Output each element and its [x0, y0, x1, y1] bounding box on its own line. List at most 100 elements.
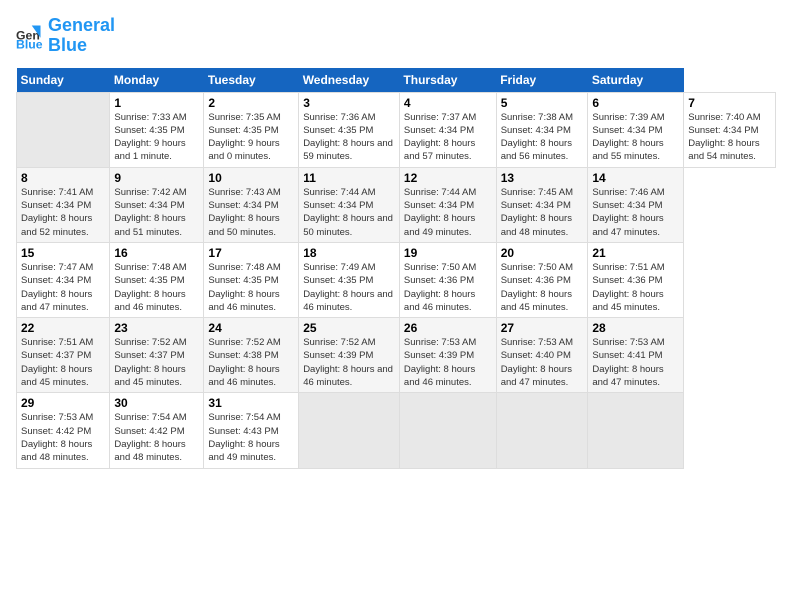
calendar-header-saturday: Saturday — [588, 68, 684, 93]
calendar-cell: 8Sunrise: 7:41 AMSunset: 4:34 PMDaylight… — [17, 167, 110, 242]
calendar-week-2: 8Sunrise: 7:41 AMSunset: 4:34 PMDaylight… — [17, 167, 776, 242]
day-info: Sunrise: 7:33 AMSunset: 4:35 PMDaylight:… — [114, 111, 199, 164]
calendar-cell: 27Sunrise: 7:53 AMSunset: 4:40 PMDayligh… — [496, 318, 588, 393]
calendar-cell: 3Sunrise: 7:36 AMSunset: 4:35 PMDaylight… — [299, 92, 400, 167]
calendar-cell: 31Sunrise: 7:54 AMSunset: 4:43 PMDayligh… — [204, 393, 299, 468]
calendar-cell: 30Sunrise: 7:54 AMSunset: 4:42 PMDayligh… — [110, 393, 204, 468]
day-number: 2 — [208, 96, 294, 110]
calendar-cell: 10Sunrise: 7:43 AMSunset: 4:34 PMDayligh… — [204, 167, 299, 242]
day-number: 21 — [592, 246, 679, 260]
day-number: 30 — [114, 396, 199, 410]
day-number: 11 — [303, 171, 395, 185]
calendar-cell: 12Sunrise: 7:44 AMSunset: 4:34 PMDayligh… — [399, 167, 496, 242]
day-info: Sunrise: 7:48 AMSunset: 4:35 PMDaylight:… — [114, 261, 199, 314]
calendar-cell: 16Sunrise: 7:48 AMSunset: 4:35 PMDayligh… — [110, 242, 204, 317]
day-info: Sunrise: 7:51 AMSunset: 4:36 PMDaylight:… — [592, 261, 679, 314]
day-info: Sunrise: 7:36 AMSunset: 4:35 PMDaylight:… — [303, 111, 395, 164]
day-info: Sunrise: 7:47 AMSunset: 4:34 PMDaylight:… — [21, 261, 105, 314]
calendar-cell: 6Sunrise: 7:39 AMSunset: 4:34 PMDaylight… — [588, 92, 684, 167]
calendar-cell: 22Sunrise: 7:51 AMSunset: 4:37 PMDayligh… — [17, 318, 110, 393]
calendar-cell — [496, 393, 588, 468]
day-info: Sunrise: 7:51 AMSunset: 4:37 PMDaylight:… — [21, 336, 105, 389]
calendar-cell: 5Sunrise: 7:38 AMSunset: 4:34 PMDaylight… — [496, 92, 588, 167]
day-number: 1 — [114, 96, 199, 110]
day-info: Sunrise: 7:42 AMSunset: 4:34 PMDaylight:… — [114, 186, 199, 239]
logo-text: GeneralBlue — [48, 16, 115, 56]
calendar-week-4: 22Sunrise: 7:51 AMSunset: 4:37 PMDayligh… — [17, 318, 776, 393]
calendar-cell — [17, 92, 110, 167]
day-info: Sunrise: 7:39 AMSunset: 4:34 PMDaylight:… — [592, 111, 679, 164]
day-info: Sunrise: 7:45 AMSunset: 4:34 PMDaylight:… — [501, 186, 584, 239]
day-number: 26 — [404, 321, 492, 335]
day-number: 20 — [501, 246, 584, 260]
day-info: Sunrise: 7:37 AMSunset: 4:34 PMDaylight:… — [404, 111, 492, 164]
calendar-cell: 9Sunrise: 7:42 AMSunset: 4:34 PMDaylight… — [110, 167, 204, 242]
day-info: Sunrise: 7:49 AMSunset: 4:35 PMDaylight:… — [303, 261, 395, 314]
day-number: 5 — [501, 96, 584, 110]
day-number: 28 — [592, 321, 679, 335]
day-info: Sunrise: 7:53 AMSunset: 4:39 PMDaylight:… — [404, 336, 492, 389]
day-info: Sunrise: 7:52 AMSunset: 4:37 PMDaylight:… — [114, 336, 199, 389]
calendar-cell: 25Sunrise: 7:52 AMSunset: 4:39 PMDayligh… — [299, 318, 400, 393]
calendar-cell: 4Sunrise: 7:37 AMSunset: 4:34 PMDaylight… — [399, 92, 496, 167]
calendar-cell: 29Sunrise: 7:53 AMSunset: 4:42 PMDayligh… — [17, 393, 110, 468]
svg-text:Blue: Blue — [16, 37, 43, 50]
calendar-cell: 19Sunrise: 7:50 AMSunset: 4:36 PMDayligh… — [399, 242, 496, 317]
calendar-cell: 24Sunrise: 7:52 AMSunset: 4:38 PMDayligh… — [204, 318, 299, 393]
day-info: Sunrise: 7:38 AMSunset: 4:34 PMDaylight:… — [501, 111, 584, 164]
day-number: 23 — [114, 321, 199, 335]
day-number: 13 — [501, 171, 584, 185]
day-info: Sunrise: 7:53 AMSunset: 4:40 PMDaylight:… — [501, 336, 584, 389]
page-header: Gen Blue GeneralBlue — [16, 16, 776, 56]
day-number: 8 — [21, 171, 105, 185]
calendar-cell: 28Sunrise: 7:53 AMSunset: 4:41 PMDayligh… — [588, 318, 684, 393]
day-number: 31 — [208, 396, 294, 410]
calendar-cell: 7Sunrise: 7:40 AMSunset: 4:34 PMDaylight… — [684, 92, 776, 167]
calendar-header-row: SundayMondayTuesdayWednesdayThursdayFrid… — [17, 68, 776, 93]
calendar-table: SundayMondayTuesdayWednesdayThursdayFrid… — [16, 68, 776, 469]
calendar-cell — [299, 393, 400, 468]
day-info: Sunrise: 7:44 AMSunset: 4:34 PMDaylight:… — [404, 186, 492, 239]
calendar-cell: 14Sunrise: 7:46 AMSunset: 4:34 PMDayligh… — [588, 167, 684, 242]
calendar-header-monday: Monday — [110, 68, 204, 93]
day-number: 19 — [404, 246, 492, 260]
day-number: 22 — [21, 321, 105, 335]
calendar-cell: 15Sunrise: 7:47 AMSunset: 4:34 PMDayligh… — [17, 242, 110, 317]
day-number: 15 — [21, 246, 105, 260]
day-number: 4 — [404, 96, 492, 110]
day-info: Sunrise: 7:52 AMSunset: 4:38 PMDaylight:… — [208, 336, 294, 389]
day-number: 6 — [592, 96, 679, 110]
logo-icon: Gen Blue — [16, 22, 44, 50]
day-info: Sunrise: 7:53 AMSunset: 4:41 PMDaylight:… — [592, 336, 679, 389]
calendar-body: 1Sunrise: 7:33 AMSunset: 4:35 PMDaylight… — [17, 92, 776, 468]
calendar-cell: 18Sunrise: 7:49 AMSunset: 4:35 PMDayligh… — [299, 242, 400, 317]
day-info: Sunrise: 7:46 AMSunset: 4:34 PMDaylight:… — [592, 186, 679, 239]
day-number: 24 — [208, 321, 294, 335]
calendar-week-3: 15Sunrise: 7:47 AMSunset: 4:34 PMDayligh… — [17, 242, 776, 317]
calendar-cell: 26Sunrise: 7:53 AMSunset: 4:39 PMDayligh… — [399, 318, 496, 393]
day-number: 17 — [208, 246, 294, 260]
calendar-cell: 2Sunrise: 7:35 AMSunset: 4:35 PMDaylight… — [204, 92, 299, 167]
calendar-header-friday: Friday — [496, 68, 588, 93]
day-info: Sunrise: 7:53 AMSunset: 4:42 PMDaylight:… — [21, 411, 105, 464]
day-number: 14 — [592, 171, 679, 185]
calendar-cell: 1Sunrise: 7:33 AMSunset: 4:35 PMDaylight… — [110, 92, 204, 167]
day-info: Sunrise: 7:43 AMSunset: 4:34 PMDaylight:… — [208, 186, 294, 239]
day-info: Sunrise: 7:35 AMSunset: 4:35 PMDaylight:… — [208, 111, 294, 164]
calendar-cell: 21Sunrise: 7:51 AMSunset: 4:36 PMDayligh… — [588, 242, 684, 317]
day-number: 27 — [501, 321, 584, 335]
calendar-header-wednesday: Wednesday — [299, 68, 400, 93]
day-number: 16 — [114, 246, 199, 260]
calendar-header-sunday: Sunday — [17, 68, 110, 93]
day-info: Sunrise: 7:44 AMSunset: 4:34 PMDaylight:… — [303, 186, 395, 239]
logo: Gen Blue GeneralBlue — [16, 16, 115, 56]
calendar-header-tuesday: Tuesday — [204, 68, 299, 93]
day-info: Sunrise: 7:54 AMSunset: 4:43 PMDaylight:… — [208, 411, 294, 464]
day-number: 25 — [303, 321, 395, 335]
calendar-cell: 23Sunrise: 7:52 AMSunset: 4:37 PMDayligh… — [110, 318, 204, 393]
day-info: Sunrise: 7:40 AMSunset: 4:34 PMDaylight:… — [688, 111, 771, 164]
calendar-week-1: 1Sunrise: 7:33 AMSunset: 4:35 PMDaylight… — [17, 92, 776, 167]
day-info: Sunrise: 7:50 AMSunset: 4:36 PMDaylight:… — [404, 261, 492, 314]
day-number: 12 — [404, 171, 492, 185]
calendar-cell — [399, 393, 496, 468]
